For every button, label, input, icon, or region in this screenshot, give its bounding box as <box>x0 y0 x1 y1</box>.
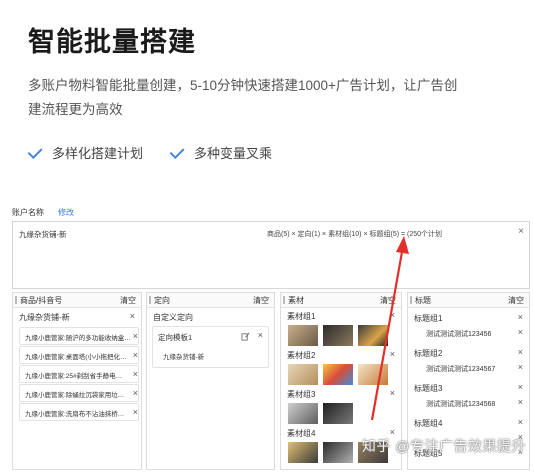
watermark: 知乎 @专注广告效果提升 <box>361 438 526 454</box>
red-arrow <box>370 236 409 421</box>
